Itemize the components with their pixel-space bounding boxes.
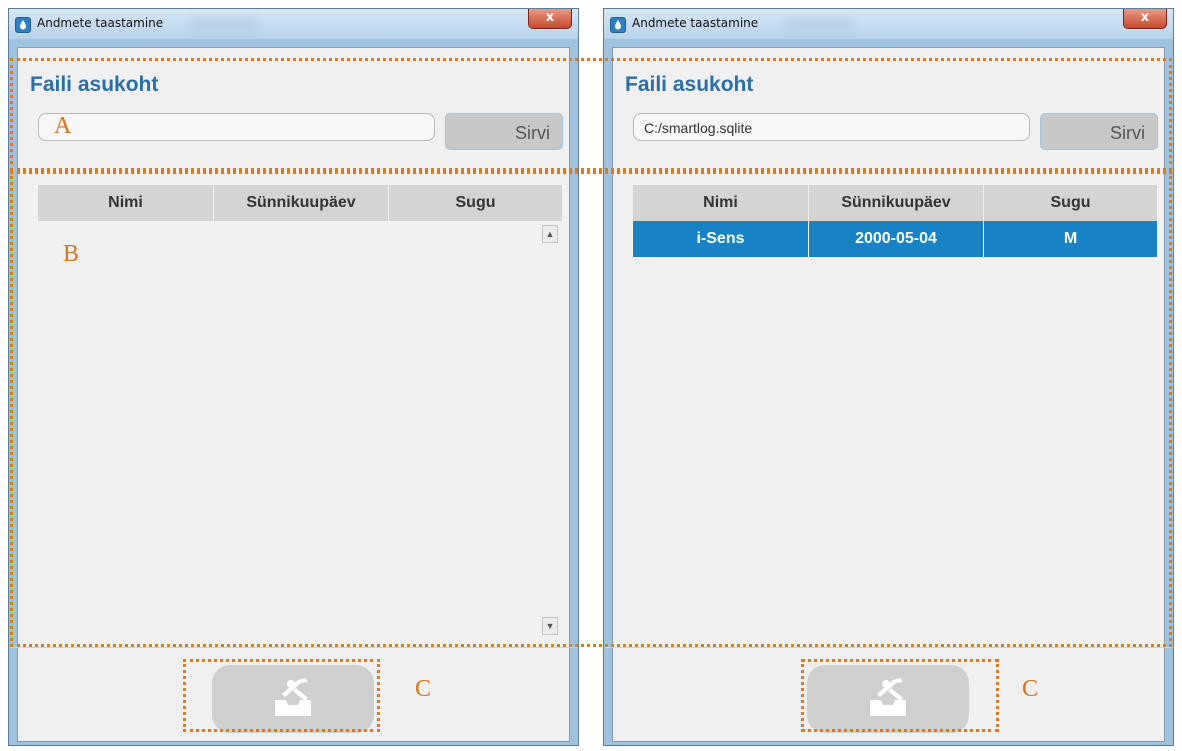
cell-name: i-Sens — [633, 221, 809, 257]
annotation-label-b: B — [63, 241, 80, 267]
title-bar[interactable]: Andmete taastamine x — [604, 9, 1173, 39]
file-path-field[interactable]: C:/smartlog.sqlite — [633, 113, 1030, 141]
section-title: Faili asukoht — [30, 73, 159, 96]
table-body — [38, 221, 562, 633]
close-button[interactable]: x — [528, 9, 572, 29]
user-table: Nimi Sünnikuupäev Sugu ▲ ▼ — [38, 185, 562, 635]
scroll-down-icon[interactable]: ▼ — [542, 617, 558, 635]
blurred-title-area — [189, 17, 259, 31]
vertical-scrollbar[interactable]: ▲ ▼ — [542, 225, 560, 635]
column-header-birthdate[interactable]: Sünnikuupäev — [809, 185, 984, 221]
scroll-up-icon[interactable]: ▲ — [542, 225, 558, 243]
column-header-gender[interactable]: Sugu — [389, 185, 562, 221]
restore-tools-icon — [870, 678, 906, 716]
restore-window-right: Andmete taastamine x Faili asukoht C:/sm… — [603, 8, 1174, 746]
column-header-gender[interactable]: Sugu — [984, 185, 1157, 221]
browse-button[interactable]: Sirvi — [1040, 113, 1158, 150]
cell-birthdate: 2000-05-04 — [809, 221, 984, 257]
footer-divider — [604, 647, 1173, 648]
table-body: i-Sens 2000-05-04 M — [633, 221, 1157, 633]
user-table: Nimi Sünnikuupäev Sugu i-Sens 2000-05-04… — [633, 185, 1157, 633]
column-header-name[interactable]: Nimi — [38, 185, 214, 221]
browse-button[interactable]: Sirvi — [445, 113, 563, 150]
cell-gender: M — [1063, 230, 1078, 247]
section-title: Faili asukoht — [625, 73, 754, 96]
annotation-label-a: A — [54, 113, 72, 139]
window-title: Andmete taastamine — [37, 16, 164, 30]
annotation-label-c-left: C — [415, 676, 432, 702]
restore-button[interactable] — [807, 665, 969, 733]
restore-window-left: Andmete taastamine x Faili asukoht Sirvi… — [8, 8, 579, 746]
blurred-title-area — [784, 17, 854, 31]
window-title: Andmete taastamine — [632, 16, 759, 30]
app-icon — [15, 17, 31, 33]
footer-divider — [9, 647, 578, 648]
title-bar[interactable]: Andmete taastamine x — [9, 9, 578, 39]
restore-tools-icon — [275, 678, 311, 716]
column-header-name[interactable]: Nimi — [633, 185, 809, 221]
table-row[interactable]: i-Sens 2000-05-04 M — [633, 221, 1157, 257]
annotation-label-c-right: C — [1022, 676, 1039, 702]
restore-button[interactable] — [212, 665, 374, 733]
close-button[interactable]: x — [1123, 9, 1167, 29]
column-header-birthdate[interactable]: Sünnikuupäev — [214, 185, 389, 221]
app-icon — [610, 17, 626, 33]
file-path-field[interactable] — [38, 113, 435, 141]
